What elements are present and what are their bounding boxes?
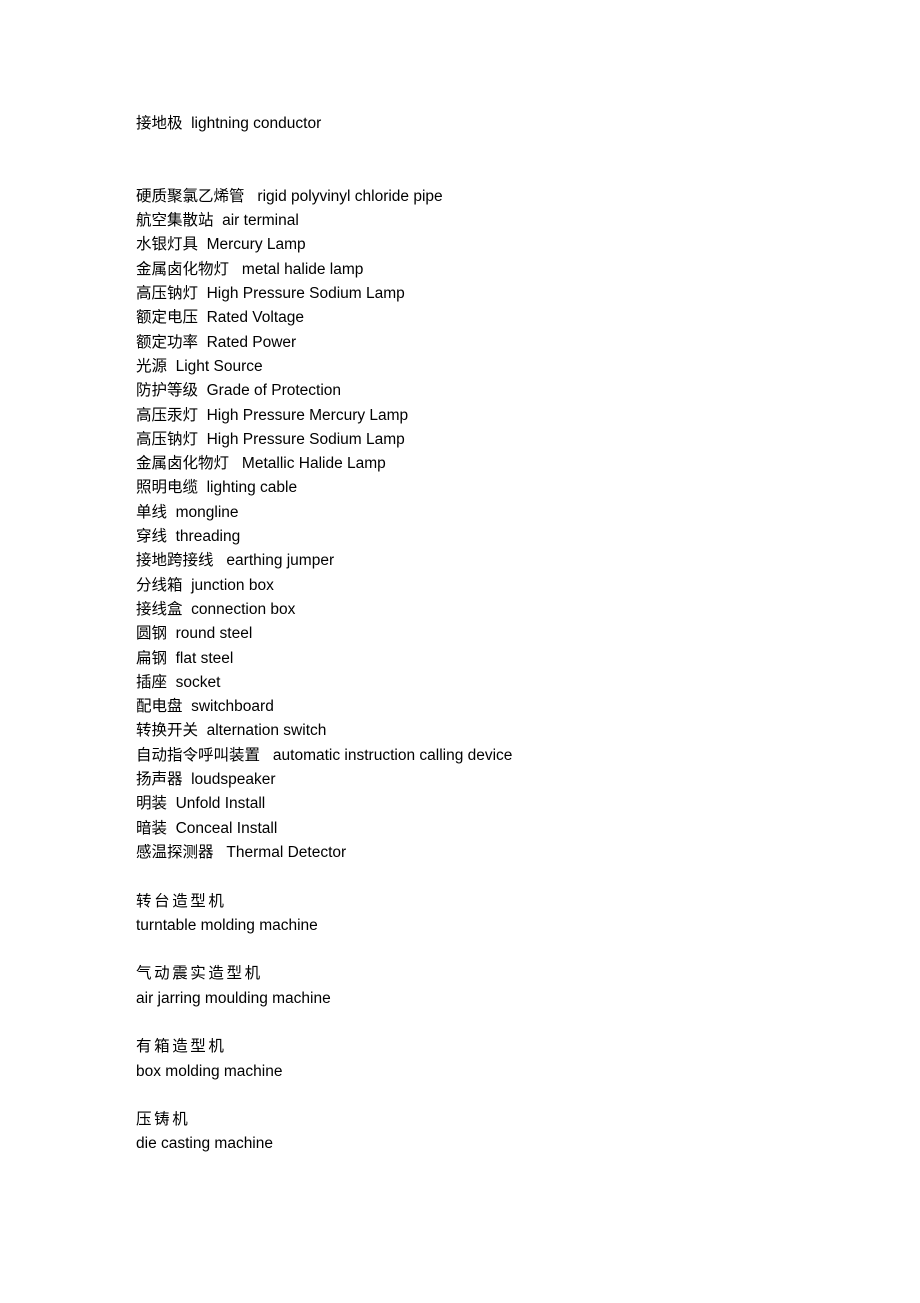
glossary-line: 硬质聚氯乙烯管 rigid polyvinyl chloride pipe — [136, 187, 443, 205]
document-text-body: 接地极 lightning conductor 硬质聚氯乙烯管 rigid po… — [136, 112, 836, 1157]
glossary-line: 接线盒 connection box — [136, 600, 296, 618]
glossary-line: 额定电压 Rated Voltage — [136, 309, 304, 327]
glossary-line: 暗装 Conceal Install — [136, 819, 278, 837]
glossary-line: 感温探测器 Thermal Detector — [136, 843, 347, 861]
glossary-line: 光源 Light Source — [136, 357, 263, 375]
machine-entry-chinese: 有箱造型机 — [136, 1038, 227, 1056]
machine-entry-english: turntable molding machine — [136, 916, 318, 934]
glossary-line: 高压汞灯 High Pressure Mercury Lamp — [136, 406, 409, 424]
glossary-line: 金属卤化物灯 metal halide lamp — [136, 260, 364, 278]
machine-entry: 有箱造型机 box molding machine — [136, 1035, 836, 1084]
machine-entry-chinese: 压铸机 — [136, 1111, 191, 1129]
document-page: 接地极 lightning conductor 硬质聚氯乙烯管 rigid po… — [0, 0, 920, 1303]
glossary-line: 金属卤化物灯 Metallic Halide Lamp — [136, 455, 386, 473]
glossary-line: 额定功率 Rated Power — [136, 333, 297, 351]
glossary-line: 扁钢 flat steel — [136, 649, 234, 667]
glossary-line: 插座 socket — [136, 673, 221, 691]
glossary-list: 硬质聚氯乙烯管 rigid polyvinyl chloride pipe 航空… — [136, 185, 836, 865]
glossary-line: 防护等级 Grade of Protection — [136, 382, 342, 400]
machine-entry-english: die casting machine — [136, 1135, 273, 1153]
glossary-line: 明装 Unfold Install — [136, 795, 266, 813]
glossary-line: 圆钢 round steel — [136, 625, 253, 643]
glossary-line: 转换开关 alternation switch — [136, 722, 327, 740]
machine-entry: 气动震实造型机 air jarring moulding machine — [136, 962, 836, 1011]
glossary-line-intro: 接地极 lightning conductor — [136, 115, 322, 132]
machine-entry: 转台造型机 turntable molding machine — [136, 890, 836, 939]
machine-entry-chinese: 气动震实造型机 — [136, 965, 263, 983]
glossary-line: 单线 mongline — [136, 503, 239, 521]
glossary-line: 自动指令呼叫装置 automatic instruction calling d… — [136, 746, 513, 764]
glossary-line: 水银灯具 Mercury Lamp — [136, 236, 306, 254]
machine-entry-english: box molding machine — [136, 1062, 283, 1080]
glossary-line: 扬声器 loudspeaker — [136, 771, 276, 789]
glossary-line: 配电盘 switchboard — [136, 698, 274, 716]
glossary-line: 航空集散站 air terminal — [136, 212, 299, 230]
machine-entry-english: air jarring moulding machine — [136, 989, 331, 1007]
glossary-line: 高压钠灯 High Pressure Sodium Lamp — [136, 430, 405, 448]
glossary-line: 照明电缆 lighting cable — [136, 479, 298, 497]
glossary-line: 接地跨接线 earthing jumper — [136, 552, 335, 570]
machine-entry-chinese: 转台造型机 — [136, 892, 227, 910]
glossary-line: 穿线 threading — [136, 528, 241, 546]
glossary-line: 高压钠灯 High Pressure Sodium Lamp — [136, 285, 405, 303]
machine-entry: 压铸机 die casting machine — [136, 1108, 836, 1157]
glossary-line: 分线箱 junction box — [136, 576, 274, 594]
